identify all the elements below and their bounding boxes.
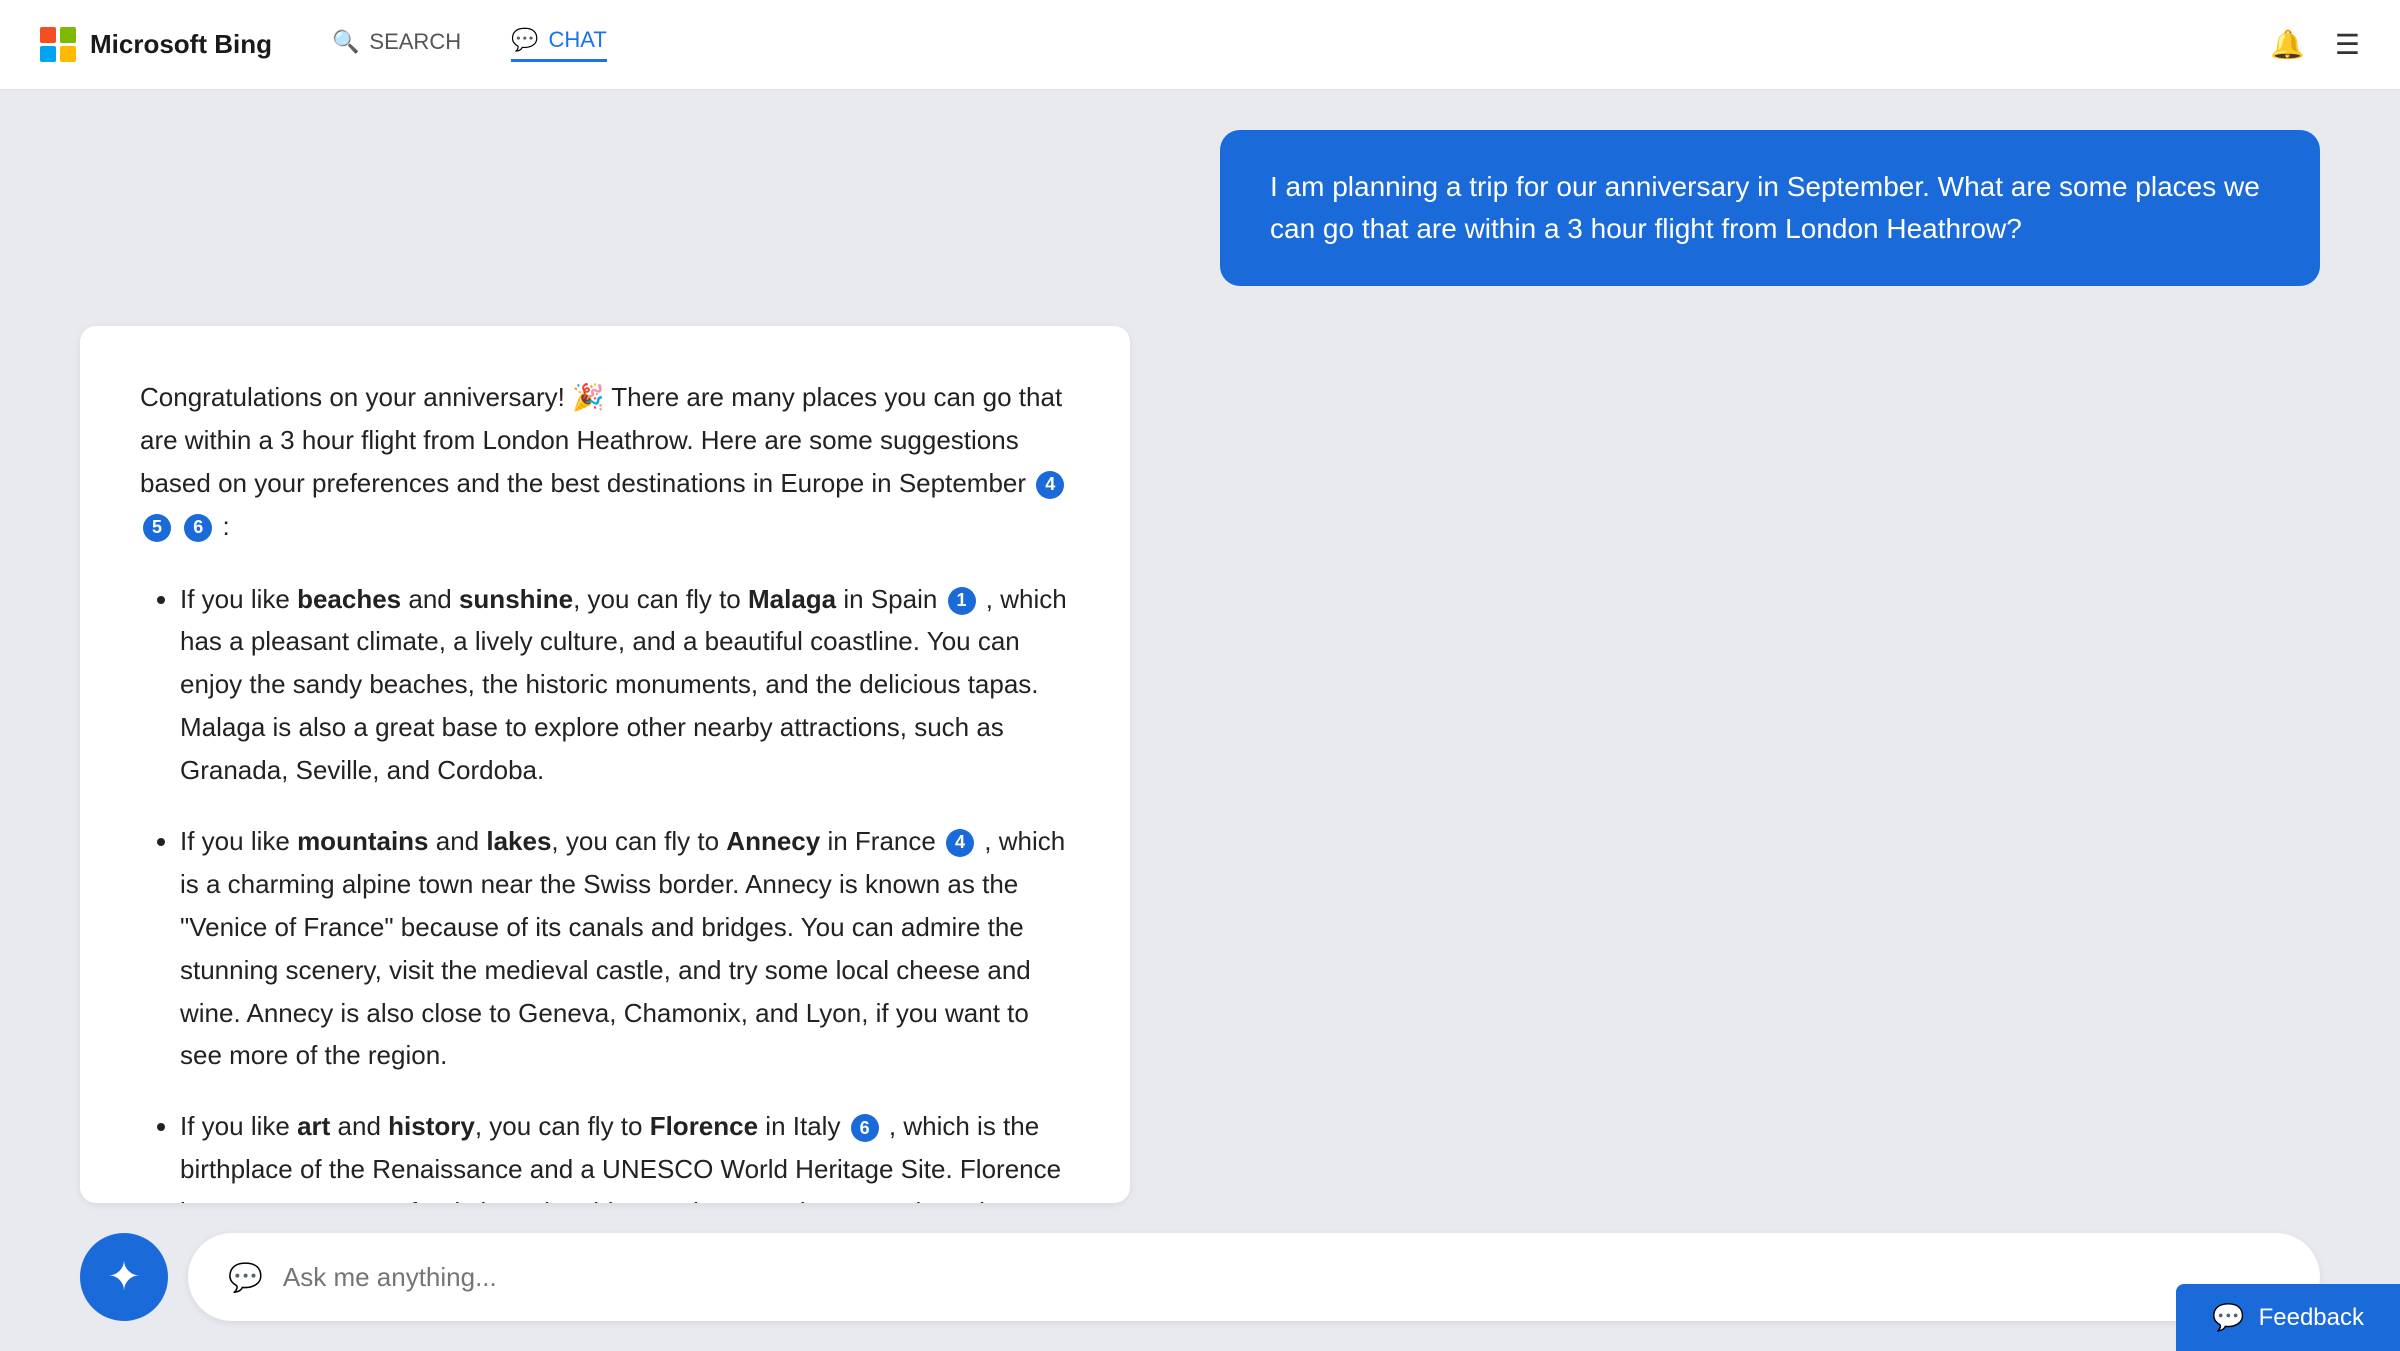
notification-bell-icon[interactable]: 🔔 [2270, 28, 2305, 61]
input-area: ✦ 💬 [80, 1233, 2320, 1321]
feedback-label: Feedback [2259, 1304, 2364, 1332]
chat-icon: 💬 [511, 27, 538, 53]
search-icon: 🔍 [332, 29, 359, 55]
nav-search-label: SEARCH [369, 29, 461, 55]
list-item-text: If you like art and history, you can fly… [180, 1111, 848, 1141]
citation-4[interactable]: 4 [1036, 471, 1064, 499]
nav-chat-label: CHAT [549, 27, 607, 53]
list-item-desc-2: , which is a charming alpine town near t… [180, 826, 1065, 1070]
header: Microsoft Bing 🔍 SEARCH 💬 CHAT 🔔 ☰ [0, 0, 2400, 90]
ai-suggestions-list: If you like beaches and sunshine, you ca… [140, 578, 1070, 1203]
list-item: If you like art and history, you can fly… [180, 1105, 1070, 1203]
message-icon: 💬 [228, 1261, 263, 1294]
ai-response-card: Congratulations on your anniversary! 🎉 T… [80, 326, 1130, 1203]
list-item-text: If you like mountains and lakes, you can… [180, 826, 943, 856]
nav-search[interactable]: 🔍 SEARCH [332, 29, 461, 61]
bing-btn-icon: ✦ [107, 1254, 141, 1300]
main-content: I am planning a trip for our anniversary… [0, 90, 2400, 1351]
bing-logo-icon [40, 27, 76, 63]
ai-intro-colon: : [222, 511, 229, 541]
user-message-bubble: I am planning a trip for our anniversary… [1220, 130, 2320, 286]
user-message-container: I am planning a trip for our anniversary… [80, 130, 2320, 286]
citation-1[interactable]: 1 [948, 587, 976, 615]
header-right: 🔔 ☰ [2270, 28, 2360, 61]
feedback-icon: 💬 [2212, 1302, 2244, 1333]
citation-6[interactable]: 6 [184, 514, 212, 542]
list-item: If you like beaches and sunshine, you ca… [180, 578, 1070, 792]
nav-bar: 🔍 SEARCH 💬 CHAT [332, 27, 607, 62]
search-input-container: 💬 [188, 1233, 2320, 1321]
bing-button[interactable]: ✦ [80, 1233, 168, 1321]
feedback-button[interactable]: 💬 Feedback [2176, 1284, 2400, 1351]
ai-intro-text: Congratulations on your anniversary! 🎉 T… [140, 382, 1062, 498]
citation-5[interactable]: 5 [143, 514, 171, 542]
logo-area: Microsoft Bing [40, 27, 272, 63]
citation-6b[interactable]: 6 [851, 1114, 879, 1142]
list-item-text: If you like beaches and sunshine, you ca… [180, 584, 945, 614]
nav-chat[interactable]: 💬 CHAT [511, 27, 607, 62]
logo-text: Microsoft Bing [90, 29, 272, 60]
chat-input[interactable] [283, 1262, 2280, 1293]
hamburger-menu-icon[interactable]: ☰ [2335, 28, 2360, 61]
list-item: If you like mountains and lakes, you can… [180, 820, 1070, 1077]
ai-response-intro: Congratulations on your anniversary! 🎉 T… [140, 376, 1070, 548]
citation-4b[interactable]: 4 [946, 829, 974, 857]
